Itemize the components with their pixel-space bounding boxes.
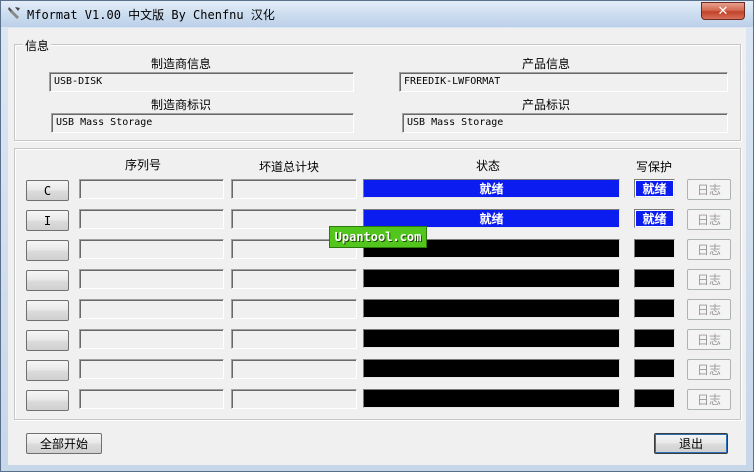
drive-button[interactable]: I xyxy=(26,210,69,231)
log-button[interactable]: 日志 xyxy=(687,179,731,200)
serial-field[interactable] xyxy=(79,299,224,319)
product-id-field[interactable]: USB Mass Storage xyxy=(402,113,728,133)
client-area: 信息 制造商信息 USB-DISK 产品信息 FREEDIK-LWFORMAT … xyxy=(8,28,746,465)
start-all-button[interactable]: 全部开始 xyxy=(26,433,102,454)
write-protect-indicator xyxy=(634,239,675,258)
status-progress-bar xyxy=(363,389,620,408)
write-protect-indicator xyxy=(634,389,675,408)
bad-blocks-field[interactable] xyxy=(231,179,357,199)
drive-button[interactable] xyxy=(26,300,69,321)
serial-header: 序列号 xyxy=(125,158,162,172)
close-button[interactable]: ✕ xyxy=(701,2,745,20)
manufacturer-info-label: 制造商信息 xyxy=(151,57,212,71)
app-window: Mformat V1.00 中文版 By Chenfnu 汉化 ✕ 信息 制造商… xyxy=(0,0,754,472)
write-protect-indicator xyxy=(634,299,675,318)
write-protect-indicator xyxy=(634,329,675,348)
status-progress-bar xyxy=(363,299,620,318)
log-button[interactable]: 日志 xyxy=(687,329,731,350)
product-id-label: 产品标识 xyxy=(522,98,571,112)
log-button[interactable]: 日志 xyxy=(687,299,731,320)
status-progress-bar xyxy=(363,359,620,378)
log-button[interactable]: 日志 xyxy=(687,209,731,230)
drive-button[interactable] xyxy=(26,330,69,351)
manufacturer-id-label: 制造商标识 xyxy=(151,98,212,112)
info-group-label: 信息 xyxy=(23,37,52,54)
serial-field[interactable] xyxy=(79,389,224,409)
serial-field[interactable] xyxy=(79,209,224,229)
serial-field[interactable] xyxy=(79,179,224,199)
bad-blocks-field[interactable] xyxy=(231,389,357,409)
drive-button[interactable] xyxy=(26,390,69,411)
log-button[interactable]: 日志 xyxy=(687,239,731,260)
drive-button[interactable] xyxy=(26,360,69,381)
status-progress-bar: 就绪 xyxy=(363,179,620,198)
status-progress-bar xyxy=(363,269,620,288)
serial-field[interactable] xyxy=(79,239,224,259)
serial-field[interactable] xyxy=(79,359,224,379)
serial-field[interactable] xyxy=(79,269,224,289)
close-icon: ✕ xyxy=(717,3,729,19)
ports-group: 序列号 坏道总计块 状态 写保护 C 就绪 就绪 日志 I 就绪 就绪 日志 日志 日志 日志 日志日… xyxy=(14,148,741,420)
write-protect-indicator: 就绪 xyxy=(634,179,675,198)
exit-button[interactable]: 退出 xyxy=(654,433,728,454)
bad-blocks-field[interactable] xyxy=(231,329,357,349)
info-group: 信息 制造商信息 USB-DISK 产品信息 FREEDIK-LWFORMAT … xyxy=(14,37,741,141)
bad-blocks-header: 坏道总计块 xyxy=(259,160,320,174)
product-info-field[interactable]: FREEDIK-LWFORMAT xyxy=(399,72,728,92)
bad-blocks-field[interactable] xyxy=(231,359,357,379)
log-button[interactable]: 日志 xyxy=(687,269,731,290)
manufacturer-info-field[interactable]: USB-DISK xyxy=(49,72,354,92)
write-protect-indicator xyxy=(634,359,675,378)
write-protect-header: 写保护 xyxy=(636,160,673,174)
watermark-logo: Upantool.com xyxy=(329,226,427,248)
bad-blocks-field[interactable] xyxy=(231,269,357,289)
status-header: 状态 xyxy=(476,159,501,173)
write-protect-indicator: 就绪 xyxy=(634,209,675,228)
drive-button[interactable] xyxy=(26,240,69,261)
status-progress-bar xyxy=(363,329,620,348)
drive-button[interactable] xyxy=(26,270,69,291)
log-button[interactable]: 日志 xyxy=(687,389,731,410)
write-protect-indicator xyxy=(634,269,675,288)
title-bar[interactable]: Mformat V1.00 中文版 By Chenfnu 汉化 ✕ xyxy=(1,1,753,27)
window-title: Mformat V1.00 中文版 By Chenfnu 汉化 xyxy=(27,8,275,22)
app-icon xyxy=(8,7,20,19)
log-button[interactable]: 日志 xyxy=(687,359,731,380)
drive-button[interactable]: C xyxy=(26,180,69,201)
bad-blocks-field[interactable] xyxy=(231,299,357,319)
product-info-label: 产品信息 xyxy=(522,57,571,71)
manufacturer-id-field[interactable]: USB Mass Storage xyxy=(51,113,354,133)
serial-field[interactable] xyxy=(79,329,224,349)
